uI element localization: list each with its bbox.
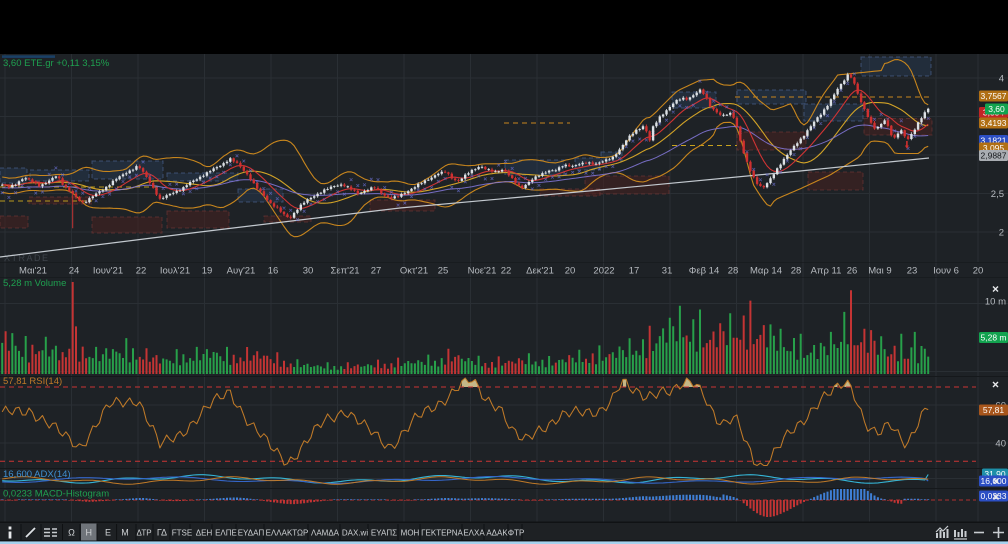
svg-text:30: 30: [303, 266, 314, 277]
svg-text:3,7567: 3,7567: [981, 91, 1007, 101]
svg-text:3,4193: 3,4193: [981, 118, 1007, 128]
svg-text:20: 20: [973, 266, 984, 277]
svg-text:ΕΥΔΑΠ: ΕΥΔΑΠ: [238, 529, 265, 538]
svg-text:5,28 m Volume: 5,28 m Volume: [3, 278, 66, 289]
svg-text:16,600 ADX(14): 16,600 ADX(14): [3, 469, 71, 480]
svg-text:FTSE: FTSE: [172, 529, 192, 538]
svg-text:22: 22: [501, 266, 512, 277]
svg-text:17: 17: [629, 266, 640, 277]
svg-text:Σεπ'21: Σεπ'21: [330, 266, 359, 277]
svg-text:57,81: 57,81: [983, 405, 1005, 415]
svg-text:19: 19: [202, 266, 213, 277]
svg-text:Μαρ 14: Μαρ 14: [750, 266, 782, 277]
svg-text:ΔΕΗ: ΔΕΗ: [196, 529, 213, 538]
svg-text:ΕΛΛΑΚΤΩΡ: ΕΛΛΑΚΤΩΡ: [266, 529, 309, 538]
svg-text:Μαι'21: Μαι'21: [19, 266, 47, 277]
svg-text:ΑΔΑΚ: ΑΔΑΚ: [486, 529, 508, 538]
svg-text:24: 24: [69, 266, 80, 277]
svg-text:ΓΔ: ΓΔ: [157, 528, 167, 538]
svg-text:3,60: 3,60: [988, 104, 1005, 114]
svg-text:0,0233 MACD-Histogram: 0,0233 MACD-Histogram: [3, 489, 109, 500]
svg-text:DAX.wi: DAX.wi: [342, 529, 368, 538]
svg-text:Ιουλ'21: Ιουλ'21: [160, 266, 190, 277]
svg-text:Μαι 9: Μαι 9: [868, 266, 891, 277]
svg-text:Νοε'21: Νοε'21: [468, 266, 497, 277]
svg-text:Μ: Μ: [121, 528, 129, 538]
svg-text:Ω: Ω: [68, 528, 75, 538]
svg-text:ΜΟΗ: ΜΟΗ: [401, 529, 420, 538]
svg-text:Η: Η: [86, 528, 93, 538]
svg-text:23: 23: [907, 266, 918, 277]
svg-text:16: 16: [268, 266, 279, 277]
svg-text:ΛΑΜΔΑ: ΛΑΜΔΑ: [311, 529, 340, 538]
svg-text:26: 26: [847, 266, 858, 277]
svg-text:ΔΤΡ: ΔΤΡ: [136, 529, 151, 538]
svg-text:28: 28: [791, 266, 802, 277]
svg-text:Ε: Ε: [105, 528, 111, 538]
svg-text:20: 20: [565, 266, 576, 277]
svg-text:Αυγ'21: Αυγ'21: [227, 266, 256, 277]
svg-text:Απρ 11: Απρ 11: [811, 266, 842, 277]
svg-text:2022: 2022: [593, 266, 614, 277]
svg-text:XTRADE: XTRADE: [4, 253, 50, 263]
svg-text:Φεβ 14: Φεβ 14: [689, 266, 720, 277]
svg-text:Ιουν'21: Ιουν'21: [93, 266, 123, 277]
svg-text:27: 27: [371, 266, 382, 277]
svg-text:16,600: 16,600: [981, 476, 1007, 486]
svg-text:ΦΤΡ: ΦΤΡ: [508, 529, 525, 538]
svg-text:57,81 RSI(14): 57,81 RSI(14): [3, 376, 62, 387]
svg-text:ΕΛΠΕ: ΕΛΠΕ: [215, 529, 237, 538]
svg-text:2,9887: 2,9887: [981, 151, 1007, 161]
svg-text:22: 22: [136, 266, 147, 277]
svg-text:Δεκ'21: Δεκ'21: [526, 266, 554, 277]
svg-text:40: 40: [995, 439, 1006, 450]
svg-text:28: 28: [728, 266, 739, 277]
svg-text:Οκτ'21: Οκτ'21: [400, 266, 428, 277]
svg-text:ΕΛΧΑ: ΕΛΧΑ: [463, 529, 485, 538]
svg-text:25: 25: [438, 266, 449, 277]
svg-text:2: 2: [999, 228, 1004, 239]
svg-text:4: 4: [999, 74, 1004, 85]
svg-text:ΓΕΚΤΕΡΝΑ: ΓΕΚΤΕΡΝΑ: [421, 529, 463, 538]
svg-text:2,5: 2,5: [991, 189, 1004, 200]
svg-text:5,28 m: 5,28 m: [981, 333, 1007, 343]
svg-text:ΕΥΑΠΣ: ΕΥΑΠΣ: [371, 529, 397, 538]
svg-text:10 m: 10 m: [985, 297, 1006, 308]
svg-text:31: 31: [662, 266, 673, 277]
svg-text:Ιουν 6: Ιουν 6: [933, 266, 959, 277]
svg-text:3,60 ETE.gr +0,11 3,15%: 3,60 ETE.gr +0,11 3,15%: [3, 58, 110, 69]
